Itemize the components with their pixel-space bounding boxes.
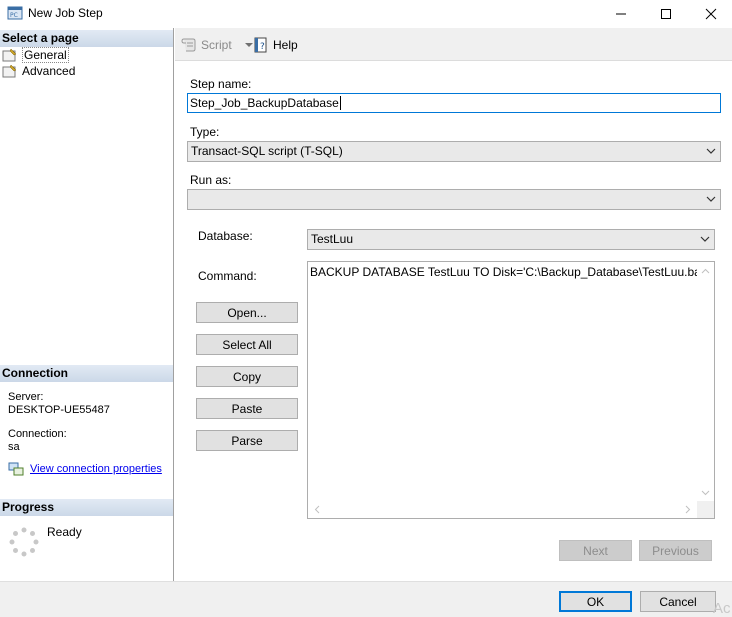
page-item-label: Advanced — [22, 64, 76, 78]
close-button[interactable] — [688, 0, 732, 28]
command-text[interactable]: BACKUP DATABASE TestLuu TO Disk='C:\Back… — [310, 265, 709, 279]
paste-button[interactable]: Paste — [196, 398, 298, 419]
database-label: Database: — [198, 229, 253, 243]
select-all-button[interactable]: Select All — [196, 334, 298, 355]
step-name-value: Step_Job_BackupDatabase — [190, 96, 339, 110]
connection-properties-icon — [8, 462, 24, 476]
vertical-scrollbar[interactable] — [697, 262, 714, 502]
activation-watermark: Ac — [713, 600, 731, 617]
scroll-up-icon[interactable] — [701, 267, 710, 276]
text-cursor — [339, 96, 341, 110]
open-button[interactable]: Open... — [196, 302, 298, 323]
chevron-down-icon — [700, 236, 710, 242]
database-value: TestLuu — [311, 232, 354, 246]
connection-value: sa — [8, 441, 20, 453]
connection-label: Connection: — [8, 428, 67, 440]
general-page: Step name: Step_Job_BackupDatabase Type:… — [175, 62, 732, 581]
type-label: Type: — [190, 125, 220, 139]
progress-header: Progress — [0, 499, 173, 516]
page-item-advanced[interactable]: Advanced — [2, 63, 75, 79]
chevron-down-icon — [706, 196, 716, 202]
footer-bar: OK Cancel — [0, 581, 732, 617]
scroll-down-icon[interactable] — [701, 488, 710, 497]
minimize-icon — [616, 13, 626, 15]
page-item-general[interactable]: General — [2, 47, 69, 63]
script-button[interactable]: Script — [181, 37, 256, 53]
cancel-button[interactable]: Cancel — [640, 591, 716, 612]
type-select[interactable]: Transact-SQL script (T-SQL) — [187, 141, 721, 162]
parse-button[interactable]: Parse — [196, 430, 298, 451]
command-textarea[interactable]: BACKUP DATABASE TestLuu TO Disk='C:\Back… — [307, 261, 715, 519]
copy-button[interactable]: Copy — [196, 366, 298, 387]
maximize-button[interactable] — [643, 0, 689, 28]
help-button[interactable]: ? Help — [253, 37, 298, 53]
title-bar: PC New Job Step — [0, 0, 732, 28]
page-item-label: General — [22, 47, 69, 63]
close-icon — [705, 8, 717, 20]
ok-button[interactable]: OK — [559, 591, 632, 612]
maximize-icon — [661, 9, 671, 19]
left-pane: Select a page General Advanced Connectio… — [0, 28, 174, 581]
database-select[interactable]: TestLuu — [307, 229, 715, 250]
previous-button[interactable]: Previous — [639, 540, 712, 561]
step-name-input[interactable]: Step_Job_BackupDatabase — [187, 93, 721, 113]
next-button[interactable]: Next — [559, 540, 632, 561]
svg-text:PC: PC — [10, 12, 18, 19]
app-icon: PC — [7, 6, 23, 20]
command-label: Command: — [198, 269, 257, 283]
script-icon — [181, 38, 196, 52]
connection-header: Connection — [0, 365, 173, 382]
scroll-left-icon[interactable] — [313, 505, 322, 514]
view-connection-properties-link[interactable]: View connection properties — [8, 462, 162, 476]
svg-text:?: ? — [260, 42, 265, 52]
scroll-right-icon[interactable] — [683, 505, 692, 514]
server-value: DESKTOP-UE55487 — [8, 404, 110, 416]
horizontal-scrollbar[interactable] — [308, 501, 697, 518]
help-icon: ? — [254, 37, 267, 53]
minimize-button[interactable] — [598, 0, 644, 28]
run-as-label: Run as: — [190, 173, 232, 187]
run-as-select[interactable] — [187, 189, 721, 210]
script-label: Script — [201, 38, 232, 52]
scrollbar-corner — [697, 501, 714, 518]
view-connection-properties-text[interactable]: View connection properties — [30, 463, 162, 475]
progress-status: Ready — [47, 525, 82, 539]
help-label: Help — [273, 38, 298, 52]
chevron-down-icon — [706, 148, 716, 154]
toolbar: Script ? Help — [175, 28, 732, 61]
step-name-label: Step name: — [190, 77, 252, 91]
select-page-header: Select a page — [0, 30, 173, 47]
window-title: New Job Step — [28, 6, 103, 20]
wrench-page-icon — [2, 64, 17, 78]
server-label: Server: — [8, 391, 44, 403]
wrench-page-icon — [2, 48, 17, 62]
type-value: Transact-SQL script (T-SQL) — [191, 144, 343, 158]
progress-spinner-icon — [9, 527, 39, 557]
